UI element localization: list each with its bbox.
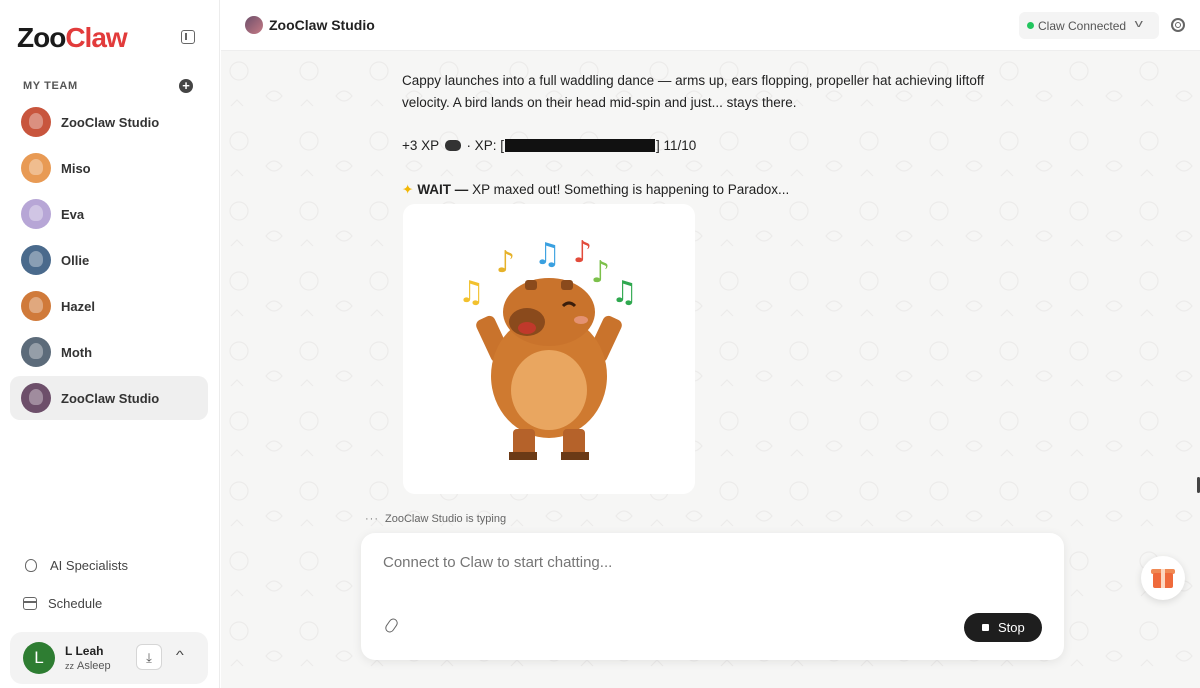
message-composer: Stop <box>361 533 1064 660</box>
stop-button[interactable]: Stop <box>964 613 1042 642</box>
stop-label: Stop <box>998 620 1025 635</box>
team-section-label: MY TEAM <box>23 80 78 92</box>
settings-gear-icon[interactable] <box>1171 18 1185 32</box>
wait-label: WAIT — <box>417 182 469 197</box>
lightbulb-icon <box>25 559 37 572</box>
team-member-item[interactable]: ZooClaw Studio <box>10 100 208 144</box>
avatar <box>21 245 51 275</box>
music-note-icon: ♪ <box>591 255 610 290</box>
music-note-icon: ♪ <box>573 235 592 270</box>
team-member-name: ZooClaw Studio <box>61 114 160 130</box>
avatar <box>21 153 51 183</box>
music-note-icon: ♫ <box>458 275 485 310</box>
xp-label: · XP: [ <box>462 138 504 153</box>
download-icon: ⤓ <box>146 650 152 665</box>
team-list: ZooClaw Studio Miso Eva Ollie Hazel Moth ZooCl… <box>10 100 208 422</box>
team-member-name: Eva <box>61 206 85 222</box>
avatar <box>21 199 51 229</box>
avatar <box>21 337 51 367</box>
team-member-name: Hazel <box>61 298 95 314</box>
typing-indicator: ··· ZooClaw Studio is typing <box>365 513 506 525</box>
logo-zoo-text: Zoo <box>17 22 66 53</box>
user-card[interactable]: L L Leah zz Asleep ⤓ ^ <box>10 632 208 684</box>
message-input[interactable] <box>383 554 983 571</box>
header-avatar <box>245 16 263 34</box>
team-member-name: Miso <box>61 160 91 176</box>
paperclip-icon[interactable] <box>383 616 400 635</box>
sparkle-icon: ✦ <box>402 182 414 197</box>
team-member-item[interactable]: ZooClaw Studio <box>10 376 208 420</box>
connection-label: Claw Connected <box>1038 19 1127 33</box>
chat-area: Cappy launches into a full waddling danc… <box>221 51 1200 688</box>
schedule-link[interactable]: Schedule <box>23 596 102 611</box>
download-button[interactable]: ⤓ <box>136 644 162 670</box>
ai-specialists-link[interactable]: AI Specialists <box>23 558 128 573</box>
capybara-image[interactable]: ♫ ♪ ♫ ♪ ♪ ♫ <box>403 204 695 494</box>
team-member-name: Ollie <box>61 252 90 268</box>
music-note-icon: ♪ <box>496 245 515 280</box>
typing-text: ZooClaw Studio is typing <box>385 513 507 525</box>
team-member-name: ZooClaw Studio <box>61 390 160 406</box>
sidebar: ZooClaw MY TEAM + ZooClaw Studio Miso Eva O… <box>0 0 220 688</box>
chevron-down-icon: v <box>1134 18 1143 30</box>
avatar <box>21 383 51 413</box>
gift-button[interactable] <box>1141 556 1185 600</box>
team-member-item[interactable]: Moth <box>10 330 208 374</box>
xp-line: +3 XP · XP: [ ] 11/10 <box>402 135 1002 157</box>
collapse-sidebar-icon[interactable] <box>181 30 195 44</box>
team-member-item[interactable]: Ollie <box>10 238 208 282</box>
ai-specialists-label: AI Specialists <box>50 558 129 573</box>
logo-claw-text: Claw <box>65 22 127 53</box>
ellipsis-icon: ··· <box>365 513 379 525</box>
avatar <box>21 107 51 137</box>
chat-title: ZooClaw Studio <box>269 17 375 33</box>
chat-header: ZooClaw Studio Claw Connected v <box>221 0 1200 51</box>
music-note-icon: ♫ <box>534 237 561 272</box>
schedule-label: Schedule <box>48 596 103 611</box>
calendar-icon <box>23 597 37 610</box>
user-name: L Leah <box>65 644 104 658</box>
wait-text: XP maxed out! Something is happening to … <box>468 182 790 197</box>
avatar <box>21 291 51 321</box>
connection-status-dropdown[interactable]: Claw Connected v <box>1019 12 1159 39</box>
chevron-up-icon[interactable]: ^ <box>176 648 184 662</box>
gamepad-icon <box>444 140 461 151</box>
status-dot-icon <box>1027 22 1034 29</box>
wait-line: ✦ WAIT — XP maxed out! Something is happe… <box>402 179 1002 201</box>
add-team-member-icon[interactable]: + <box>179 79 193 93</box>
team-member-item[interactable]: Eva <box>10 192 208 236</box>
xp-value: ] 11/10 <box>655 138 697 153</box>
music-note-icon: ♫ <box>611 275 638 310</box>
team-member-item[interactable]: Miso <box>10 146 208 190</box>
capybara-illustration: ♫ ♪ ♫ ♪ ♪ ♫ <box>458 235 638 460</box>
message-paragraph: Cappy launches into a full waddling danc… <box>402 73 985 110</box>
sleep-icon: zz <box>65 661 74 671</box>
team-member-item[interactable]: Hazel <box>10 284 208 328</box>
user-status-text: Asleep <box>77 660 111 672</box>
xp-progress-bar <box>504 139 655 152</box>
zooclaw-logo[interactable]: ZooClaw <box>17 22 128 54</box>
user-avatar: L <box>23 642 55 674</box>
user-status: zz Asleep <box>65 660 111 672</box>
team-member-name: Moth <box>61 344 93 360</box>
xp-gain: +3 XP <box>402 138 439 153</box>
gift-icon-ribbon <box>1161 569 1165 588</box>
stop-square-icon <box>982 624 989 631</box>
